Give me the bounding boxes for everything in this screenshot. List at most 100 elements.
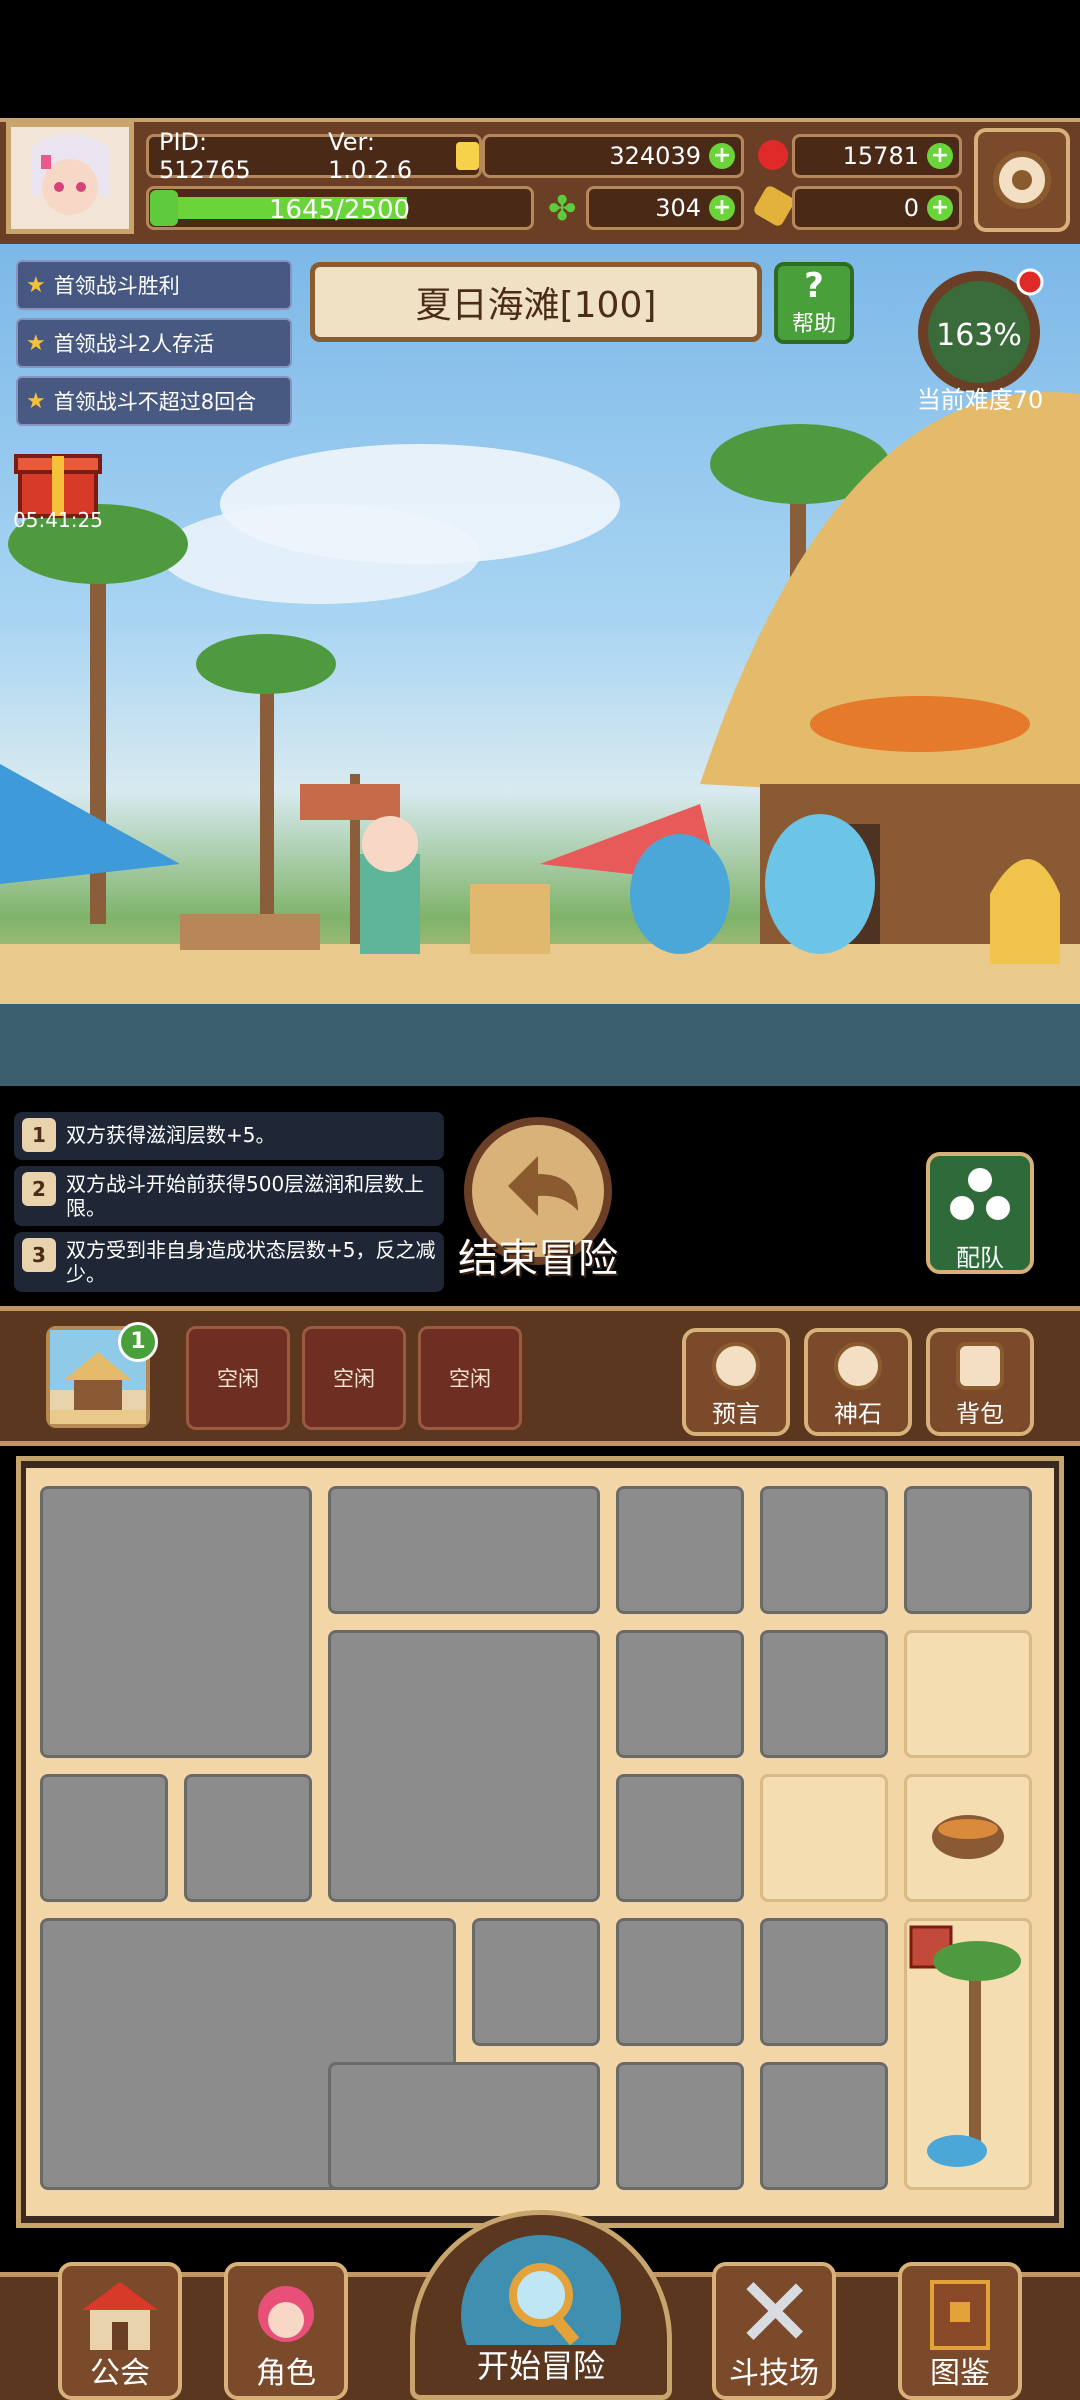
difficulty-percent: 163% (936, 318, 1022, 353)
book-icon (930, 2280, 990, 2350)
prophecy-label: 预言 (712, 1400, 760, 1428)
ruby-gem-icon (758, 140, 788, 170)
map-tile[interactable] (184, 1774, 312, 1902)
effect-number: 3 (22, 1238, 56, 1272)
quest-text: 首领战斗不超过8回合 (53, 390, 257, 414)
prophecy-button[interactable]: 预言 (682, 1328, 790, 1436)
nav-character[interactable]: 角色 (224, 2262, 348, 2400)
cauldron-icon (932, 1815, 1004, 1859)
effect-number: 2 (22, 1172, 56, 1206)
quest-item: ★ 首领战斗胜利 (16, 260, 292, 310)
nav-start-adventure[interactable]: 开始冒险 (410, 2210, 672, 2400)
map-tile-chest[interactable] (760, 1486, 888, 1614)
map-tile[interactable] (616, 1630, 744, 1758)
stone-icon (834, 1342, 882, 1390)
divine-stone-button[interactable]: 神石 (804, 1328, 912, 1436)
empty-slot[interactable]: 空闲 (186, 1326, 290, 1430)
effect-number: 1 (22, 1118, 56, 1152)
empty-slot[interactable]: 空闲 (418, 1326, 522, 1430)
team-label: 配队 (956, 1244, 1004, 1272)
map-tile[interactable] (328, 1630, 600, 1902)
pid-label: PID: 512765 (159, 128, 251, 184)
player-avatar[interactable] (6, 122, 134, 234)
add-clover-plus-icon[interactable]: + (709, 195, 735, 221)
map-tile[interactable] (40, 1774, 168, 1902)
end-adventure-button[interactable]: 结束冒险 (448, 1116, 628, 1292)
map-tile[interactable] (904, 1486, 1032, 1614)
add-gem-plus-icon[interactable]: + (927, 143, 953, 169)
nav-guild[interactable]: 公会 (58, 2262, 182, 2400)
stage-title-banner: 夏日海滩[100] (310, 262, 762, 342)
team-button[interactable]: 配队 (926, 1152, 1034, 1274)
gold-value: 324039 (609, 142, 701, 170)
clover-value: 304 (655, 194, 701, 222)
crossed-swords-icon (746, 2282, 803, 2340)
key-value: 0 (903, 194, 919, 222)
nav-start-adventure-label: 开始冒险 (476, 2347, 605, 2385)
guild-icon (82, 2282, 158, 2350)
account-info: PID: 512765 Ver: 1.0.2.6 (146, 128, 482, 184)
map-tile[interactable] (616, 2062, 744, 2190)
quest-item: ★ 首领战斗2人存活 (16, 318, 292, 368)
coin-icon (455, 142, 479, 170)
question-icon: ? (804, 266, 824, 306)
exp-value: 1645/2500 (269, 195, 411, 225)
settings-button[interactable] (974, 128, 1070, 232)
backpack-label: 背包 (956, 1400, 1004, 1428)
crystal-ball-icon (712, 1342, 760, 1390)
stage-title: 夏日海滩[100] (415, 285, 657, 326)
gem-counter: 15781 + (792, 134, 962, 178)
map-tile-palm-tree[interactable] (904, 1918, 1032, 2190)
star-icon: ★ (26, 272, 46, 298)
map-tile[interactable] (760, 1630, 888, 1758)
palm-tree-icon (909, 1925, 1021, 2167)
character-icon (258, 2286, 314, 2342)
clover-icon: ✤ (548, 189, 577, 229)
map-tile[interactable] (616, 1774, 744, 1902)
map-tile[interactable] (40, 1486, 312, 1758)
gold-counter: 324039 + (482, 134, 744, 178)
map-tile[interactable] (328, 2062, 600, 2190)
map-grid (26, 1468, 1054, 2216)
effect-text: 双方获得滋润层数+5。 (66, 1123, 276, 1147)
map-tile[interactable] (328, 1486, 600, 1614)
nav-guild-label: 公会 (90, 2356, 150, 2391)
help-button[interactable]: ? 帮助 (774, 262, 854, 344)
map-tile[interactable] (760, 2062, 888, 2190)
quest-text: 首领战斗2人存活 (53, 332, 215, 356)
star-icon: ★ (26, 330, 46, 356)
slot-bar (0, 1306, 1080, 1446)
exp-gem-icon (150, 190, 178, 226)
exp-bar: 1645/2500 (146, 186, 534, 230)
nav-codex-label: 图鉴 (930, 2356, 990, 2391)
quest-text: 首领战斗胜利 (53, 274, 180, 298)
map-tile[interactable] (760, 1774, 888, 1902)
backpack-button[interactable]: 背包 (926, 1328, 1034, 1436)
map-tile[interactable] (472, 1918, 600, 2046)
star-icon: ★ (26, 388, 46, 414)
effect-item: 2 双方战斗开始前获得500层滋润和层数上限。 (14, 1166, 444, 1226)
gem-value: 15781 (842, 142, 919, 170)
map-tile[interactable] (616, 1918, 744, 2046)
add-key-plus-icon[interactable]: + (927, 195, 953, 221)
nav-character-label: 角色 (256, 2356, 316, 2391)
nav-arena[interactable]: 斗技场 (712, 2262, 836, 2400)
map-tile-sword[interactable] (904, 1630, 1032, 1758)
effect-text: 双方战斗开始前获得500层滋润和层数上限。 (66, 1172, 425, 1220)
key-counter: 0 + (792, 186, 962, 230)
divine-stone-label: 神石 (834, 1400, 882, 1428)
gift-timer: 05:41:25 (13, 508, 103, 532)
map-tile-chest[interactable] (760, 1918, 888, 2046)
magnifier-map-icon (461, 2235, 621, 2395)
effect-item: 3 双方受到非自身造成状态层数+5，反之减少。 (14, 1232, 444, 1292)
slot-label: 空闲 (449, 1367, 491, 1391)
empty-slot[interactable]: 空闲 (302, 1326, 406, 1430)
map-tile[interactable] (616, 1486, 744, 1614)
stage-count-badge: 1 (118, 1322, 158, 1362)
map-tile-cauldron[interactable] (904, 1774, 1032, 1902)
slot-label: 空闲 (217, 1367, 259, 1391)
nav-codex[interactable]: 图鉴 (898, 2262, 1022, 2400)
backpack-icon (956, 1342, 1004, 1390)
effect-item: 1 双方获得滋润层数+5。 (14, 1112, 444, 1160)
add-gold-plus-icon[interactable]: + (709, 143, 735, 169)
